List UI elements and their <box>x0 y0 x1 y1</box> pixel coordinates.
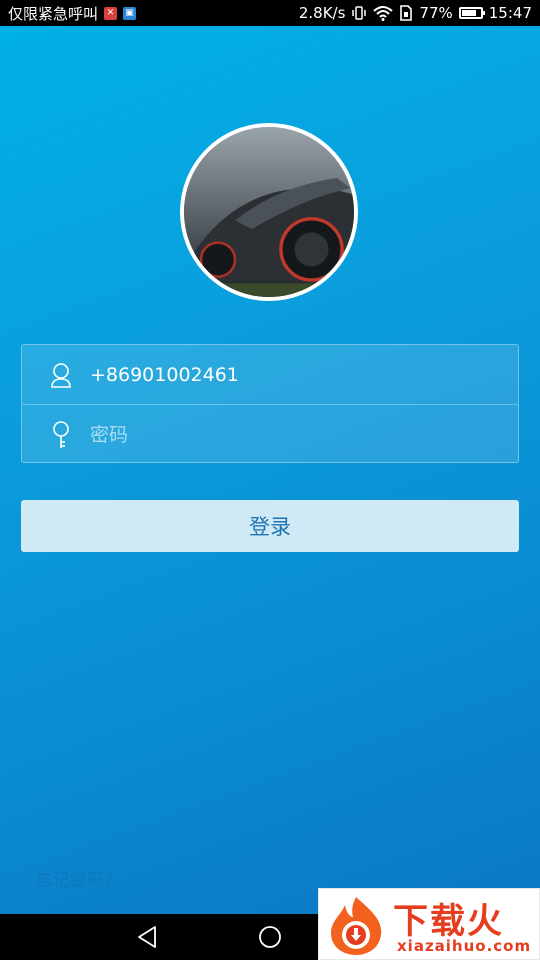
notification-app-icon-2: ▣ <box>123 6 137 20</box>
user-icon <box>50 361 72 389</box>
battery-level-fill <box>461 10 476 16</box>
watermark: 下载火 xiazaihuo.com <box>318 888 540 960</box>
status-bar: 仅限紧急呼叫 ✕ ▣ 2.8K/s 77% 15:47 <box>0 0 540 26</box>
login-form <box>21 344 519 463</box>
clock: 15:47 <box>488 4 532 22</box>
carrier-text: 仅限紧急呼叫 <box>8 4 99 23</box>
phone-input[interactable] <box>90 354 518 395</box>
password-field-row <box>22 404 518 464</box>
screen: 仅限紧急呼叫 ✕ ▣ 2.8K/s 77% 15:47 +86901002461… <box>0 0 540 960</box>
battery-percent: 77% <box>419 4 453 22</box>
password-input[interactable] <box>90 414 518 455</box>
login-screen: 登录 忘记密码? <box>0 26 540 914</box>
flame-logo-icon <box>331 897 382 955</box>
phone-field-row <box>22 345 518 404</box>
sim-icon <box>399 5 413 21</box>
status-right: 2.8K/s 77% 15:47 <box>299 4 532 22</box>
home-icon[interactable] <box>258 925 282 949</box>
watermark-subtitle: xiazaihuo.com <box>397 937 532 955</box>
car-image-icon <box>184 127 354 297</box>
notification-app-icon: ✕ <box>104 6 118 20</box>
battery-icon <box>458 7 485 19</box>
login-button[interactable]: 登录 <box>21 500 519 552</box>
status-left: 仅限紧急呼叫 ✕ ▣ <box>8 3 137 24</box>
wifi-icon <box>373 5 394 21</box>
user-avatar[interactable] <box>180 123 358 301</box>
network-speed: 2.8K/s <box>298 4 346 22</box>
vibrate-icon <box>351 5 367 21</box>
key-icon <box>50 420 72 449</box>
back-icon[interactable] <box>134 924 160 950</box>
forgot-password-link[interactable]: 忘记密码? <box>36 866 113 891</box>
